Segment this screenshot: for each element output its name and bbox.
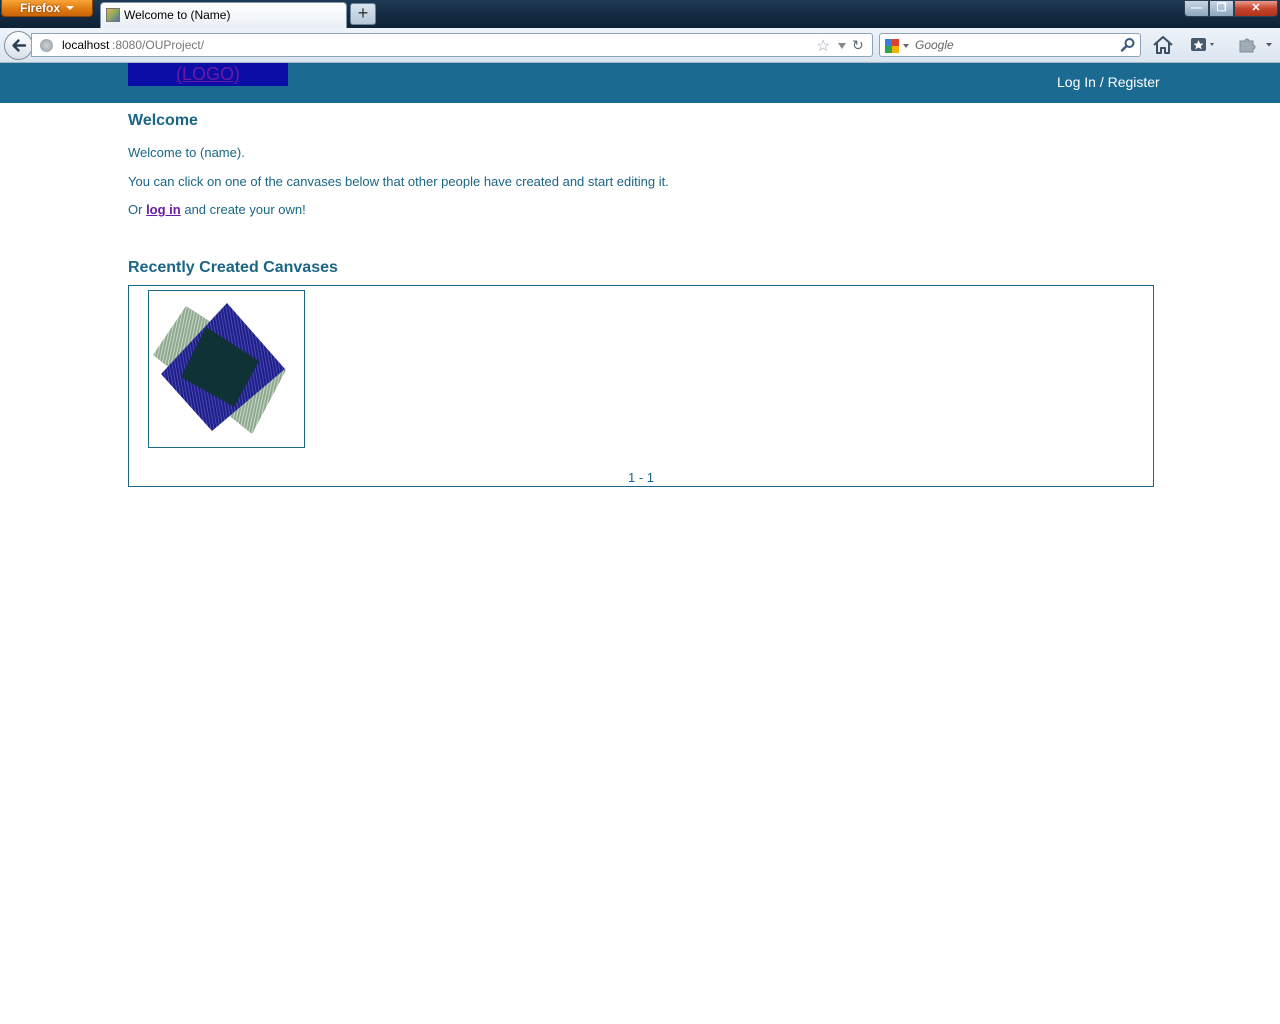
tab-title: Welcome to (Name) — [124, 8, 231, 22]
back-arrow-icon — [12, 39, 27, 52]
logo[interactable]: (LOGO) — [128, 63, 288, 86]
logo-link[interactable]: (LOGO) — [176, 64, 240, 84]
engine-dropdown-icon[interactable] — [903, 44, 909, 48]
bookmarks-menu-icon[interactable] — [1188, 35, 1222, 55]
bookmark-star-icon[interactable]: ☆ — [816, 36, 830, 56]
google-engine-icon[interactable] — [885, 39, 899, 53]
minimize-icon: — — [1191, 2, 1202, 14]
login-prompt-suffix: and create your own! — [180, 202, 306, 217]
browser-tab[interactable]: Welcome to (Name) — [100, 2, 347, 28]
login-link[interactable]: log in — [146, 202, 181, 217]
address-bar[interactable]: localhost :8080/OUProject/ ☆ ↻ — [31, 33, 873, 57]
globe-icon — [40, 39, 53, 52]
welcome-heading: Welcome — [128, 112, 198, 129]
navigation-toolbar: localhost :8080/OUProject/ ☆ ↻ — [0, 28, 1280, 63]
site-header: (LOGO) Log In / Register — [0, 63, 1280, 103]
addons-puzzle-icon[interactable] — [1236, 35, 1276, 55]
recent-canvases-panel: 1 - 1 — [128, 285, 1154, 487]
login-register-link[interactable]: Log In / Register — [1057, 74, 1160, 90]
restore-button[interactable]: ❐ — [1209, 0, 1234, 17]
chevron-down-icon — [66, 6, 74, 10]
back-button[interactable] — [4, 31, 33, 60]
recent-canvases-heading: Recently Created Canvases — [128, 259, 338, 276]
minimize-button[interactable]: — — [1184, 0, 1209, 17]
page-favicon-icon — [106, 8, 120, 22]
login-prompt-prefix: Or — [128, 202, 147, 217]
firefox-menu-label: Firefox — [20, 1, 61, 15]
url-path: :8080/OUProject/ — [112, 38, 205, 52]
url-host: localhost — [62, 38, 110, 52]
pagination-info: 1 - 1 — [627, 470, 654, 485]
search-icon[interactable] — [1120, 37, 1136, 53]
close-icon: ✕ — [1251, 2, 1261, 14]
url-history-dropdown-icon[interactable] — [838, 43, 846, 49]
login-prompt: Or log in and create your own! — [128, 202, 306, 217]
canvas-thumbnail[interactable] — [148, 290, 305, 448]
firefox-menu-button[interactable]: Firefox — [1, 0, 93, 17]
welcome-text: Welcome to (name). — [128, 145, 245, 160]
restore-icon: ❐ — [1216, 2, 1227, 14]
window-titlebar: Firefox Welcome to (Name) + — ❐ ✕ — [0, 0, 1280, 28]
reload-icon[interactable]: ↻ — [852, 37, 864, 54]
search-bar[interactable] — [879, 33, 1141, 57]
search-input[interactable] — [915, 37, 1115, 53]
close-window-button[interactable]: ✕ — [1234, 0, 1278, 17]
instructions-text: You can click on one of the canvases bel… — [128, 174, 669, 189]
new-tab-button[interactable]: + — [350, 3, 376, 25]
canvas-preview-image — [153, 303, 286, 434]
home-icon[interactable] — [1152, 35, 1174, 55]
